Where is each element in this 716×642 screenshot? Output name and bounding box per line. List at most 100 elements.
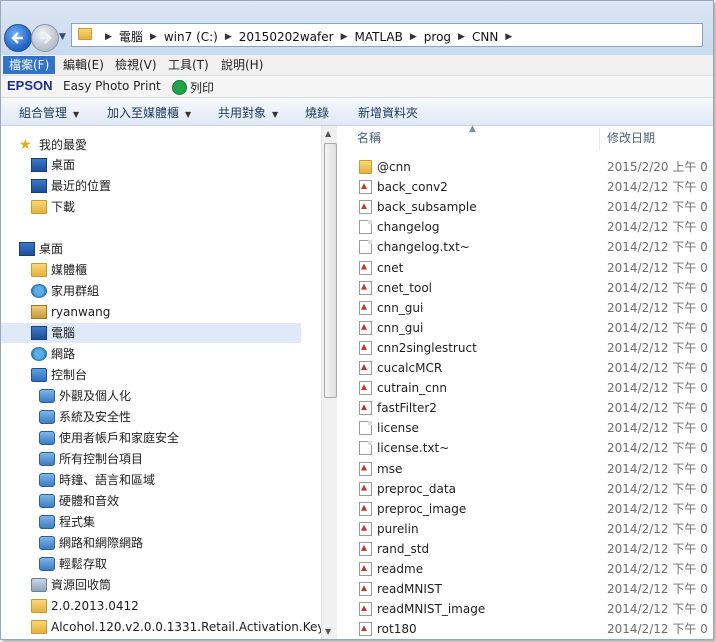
security-icon	[39, 410, 55, 424]
breadcrumb-item[interactable]: CNN	[472, 30, 498, 44]
print-button[interactable]: 列印	[190, 79, 214, 96]
command-button[interactable]: 燒錄	[305, 104, 329, 121]
nav-item[interactable]: 程式集	[1, 512, 321, 532]
file-row[interactable]: cutrain_cnn 2014/2/12 下午 0	[355, 378, 713, 398]
file-row[interactable]: preproc_data 2014/2/12 下午 0	[355, 479, 713, 499]
breadcrumb-item[interactable]: MATLAB	[355, 30, 403, 44]
file-date: 2014/2/12 下午 0	[607, 622, 708, 637]
command-button[interactable]: 加入至媒體櫃 ▼	[107, 104, 191, 121]
menu-item[interactable]: 工具(T)	[162, 56, 215, 74]
breadcrumb-separator-icon[interactable]: ▶	[341, 32, 348, 42]
column-header-name[interactable]: 名稱	[357, 126, 381, 150]
scroll-up-icon[interactable]: ▲	[325, 129, 331, 138]
nav-item[interactable]: 桌面	[1, 155, 321, 175]
nav-item[interactable]: 電腦	[1, 323, 301, 343]
nav-item[interactable]: 下載	[1, 197, 321, 217]
file-row[interactable]: mse 2014/2/12 下午 0	[355, 459, 713, 479]
command-button[interactable]: 組合管理 ▼	[19, 104, 79, 121]
matlab-file-icon	[359, 361, 372, 375]
file-row[interactable]: readMNIST_image 2014/2/12 下午 0	[355, 599, 713, 619]
nav-item[interactable]: 所有控制台項目	[1, 449, 321, 469]
nav-item[interactable]: 最近的位置	[1, 176, 321, 196]
easy-photo-print-button[interactable]: Easy Photo Print	[63, 79, 161, 93]
breadcrumb-item[interactable]: 電腦	[119, 28, 143, 45]
nav-item[interactable]: 時鐘、語言和區域	[1, 470, 321, 490]
breadcrumb-separator-icon[interactable]: ▶	[458, 32, 465, 42]
file-row[interactable]: license.txt~ 2014/2/12 下午 0	[355, 438, 713, 458]
file-row[interactable]: cnn_gui 2014/2/12 下午 0	[355, 298, 713, 318]
file-row[interactable]: back_subsample 2014/2/12 下午 0	[355, 197, 713, 217]
file-row[interactable]: back_conv2 2014/2/12 下午 0	[355, 177, 713, 197]
nav-item[interactable]: 輕鬆存取	[1, 554, 321, 574]
nav-item[interactable]: 網路和網際網路	[1, 533, 321, 553]
column-header-date[interactable]: 修改日期	[607, 126, 655, 150]
nav-item-label: 網路和網際網路	[59, 536, 144, 550]
file-name: cutrain_cnn	[377, 381, 447, 396]
nav-item[interactable]: 網路	[1, 344, 321, 364]
command-button[interactable]: 新增資料夾	[358, 104, 418, 121]
nav-item[interactable]: 媒體櫃	[1, 260, 321, 280]
menu-item[interactable]: 編輯(E)	[57, 56, 110, 74]
nav-item-label: 控制台	[51, 368, 88, 382]
nav-item[interactable]: 2.0.2013.0412	[1, 596, 321, 616]
file-row[interactable]: rand_std 2014/2/12 下午 0	[355, 539, 713, 559]
file-row[interactable]: cnn_gui 2014/2/12 下午 0	[355, 318, 713, 338]
file-row[interactable]: readMNIST 2014/2/12 下午 0	[355, 579, 713, 599]
file-row[interactable]: cucalcMCR 2014/2/12 下午 0	[355, 358, 713, 378]
nav-item[interactable]: Alcohol.120.v2.0.0.1331.Retail.Activatio…	[1, 617, 362, 637]
forward-button[interactable]	[31, 24, 59, 52]
back-button[interactable]	[4, 24, 32, 52]
nav-item[interactable]: 控制台	[1, 365, 321, 385]
nav-item[interactable]: 硬體和音效	[1, 491, 321, 511]
address-bar[interactable]: ▶ 電腦 ▶ win7 (C:) ▶ 20150202wafer ▶ MATLAB ▶ prog ▶…	[71, 23, 703, 47]
breadcrumb-separator-icon[interactable]: ▶	[410, 32, 417, 42]
file-name: rot180	[377, 622, 417, 637]
scroll-down-icon[interactable]: ▼	[325, 627, 331, 636]
file-row[interactable]: license 2014/2/12 下午 0	[355, 418, 713, 438]
breadcrumb-separator-icon[interactable]: ▶	[105, 32, 112, 42]
file-name: rand_std	[377, 541, 430, 556]
file-row[interactable]: purelin 2014/2/12 下午 0	[355, 519, 713, 539]
file-date: 2014/2/12 下午 0	[607, 300, 708, 315]
breadcrumb-item[interactable]: win7 (C:)	[164, 30, 218, 44]
nav-item[interactable]: 桌面	[1, 239, 321, 259]
breadcrumb-item[interactable]: prog	[424, 30, 451, 44]
nav-item[interactable]: 使用者帳戶和家庭安全	[1, 428, 321, 448]
hardware-icon	[39, 494, 55, 508]
command-button[interactable]: 共用對象 ▼	[218, 104, 278, 121]
control-panel-icon	[31, 368, 47, 382]
file-name: mse	[377, 461, 403, 476]
file-row[interactable]: readme 2014/2/12 下午 0	[355, 559, 713, 579]
menu-item[interactable]: 檢視(V)	[109, 56, 163, 74]
file-row[interactable]: cnn2singlestruct 2014/2/12 下午 0	[355, 338, 713, 358]
nav-item[interactable]: 資源回收筒	[1, 575, 321, 595]
file-row[interactable]: @cnn 2015/2/20 上午 0	[355, 157, 713, 177]
file-row[interactable]: preproc_image 2014/2/12 下午 0	[355, 499, 713, 519]
column-divider[interactable]	[599, 128, 600, 150]
file-row[interactable]: changelog.txt~ 2014/2/12 下午 0	[355, 237, 713, 257]
file-date: 2014/2/12 下午 0	[607, 541, 708, 556]
command-label: 共用對象	[218, 106, 267, 120]
nav-item[interactable]: 系統及安全性	[1, 407, 321, 427]
menu-item[interactable]: 說明(H)	[215, 56, 269, 74]
file-row[interactable]: rot180 2014/2/12 下午 0	[355, 619, 713, 639]
file-row[interactable]: cnet 2014/2/12 下午 0	[355, 258, 713, 278]
file-row[interactable]: changelog 2014/2/12 下午 0	[355, 217, 713, 237]
nav-pane-scrollbar[interactable]: ▲ ▼	[321, 126, 338, 639]
breadcrumb-separator-icon[interactable]: ▶	[225, 32, 232, 42]
breadcrumb-item[interactable]: 20150202wafer	[239, 30, 334, 44]
recent-pages-dropdown-icon[interactable]: ▼	[59, 32, 66, 42]
breadcrumb-separator-icon[interactable]: ▶	[505, 32, 512, 42]
file-row[interactable]: fastFilter2 2014/2/12 下午 0	[355, 398, 713, 418]
menu-item[interactable]: 檔案(F)	[3, 56, 56, 74]
command-label: 燒錄	[305, 106, 330, 120]
nav-item[interactable]: 家用群組	[1, 281, 321, 301]
file-row[interactable]: cnet_tool 2014/2/12 下午 0	[355, 278, 713, 298]
file-date: 2014/2/12 下午 0	[607, 401, 708, 416]
nav-item[interactable]: ★ 我的最愛	[1, 135, 321, 155]
breadcrumb-separator-icon[interactable]: ▶	[150, 32, 157, 42]
scrollbar-thumb[interactable]	[324, 143, 337, 398]
epson-logo: EPSON	[7, 78, 53, 93]
nav-item[interactable]: 外觀及個人化	[1, 386, 321, 406]
nav-item[interactable]: ryanwang	[1, 302, 321, 322]
